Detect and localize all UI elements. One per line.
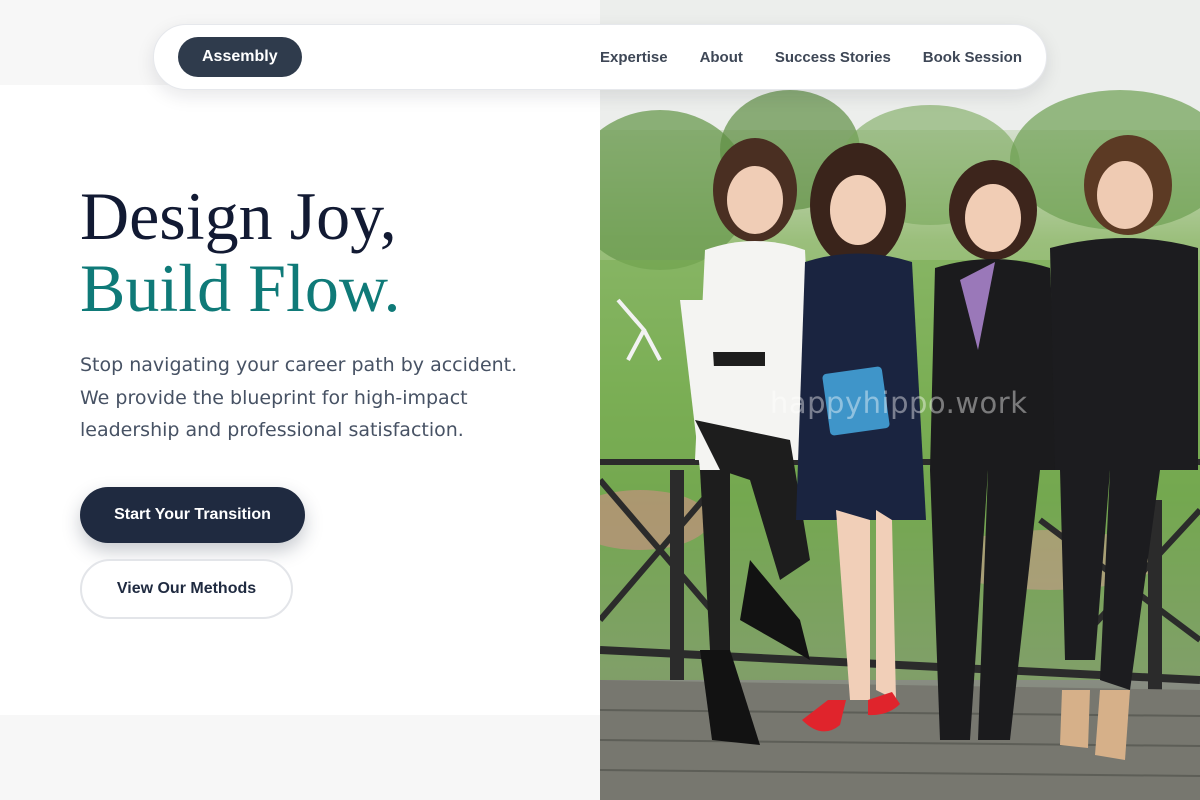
nav-links: Expertise About Success Stories Book Ses…	[600, 49, 1022, 66]
hero-title-line2: Build Flow.	[80, 250, 401, 326]
top-navbar: Assembly Expertise About Success Stories…	[153, 24, 1047, 90]
start-transition-button[interactable]: Start Your Transition	[80, 487, 305, 543]
nav-link-about[interactable]: About	[700, 49, 743, 66]
nav-link-book-session[interactable]: Book Session	[923, 49, 1022, 66]
view-methods-button[interactable]: View Our Methods	[80, 559, 293, 619]
hero-subtitle-line: leadership and professional satisfaction…	[80, 419, 464, 441]
hero-subtitle-line: Stop navigating your career path by acci…	[80, 354, 518, 376]
hero-title: Design Joy, Build Flow.	[80, 180, 401, 324]
watermark-text: happyhippo.work	[770, 386, 1028, 420]
hero-title-line1: Design Joy,	[80, 178, 397, 254]
nav-link-success-stories[interactable]: Success Stories	[775, 49, 891, 66]
nav-link-expertise[interactable]: Expertise	[600, 49, 668, 66]
hero-subtitle: Stop navigating your career path by acci…	[80, 349, 550, 447]
hero-subtitle-line: We provide the blueprint for high-impact	[80, 386, 468, 409]
brand-logo-button[interactable]: Assembly	[178, 37, 302, 77]
hero-photo: happyhippo.work	[600, 0, 1200, 800]
